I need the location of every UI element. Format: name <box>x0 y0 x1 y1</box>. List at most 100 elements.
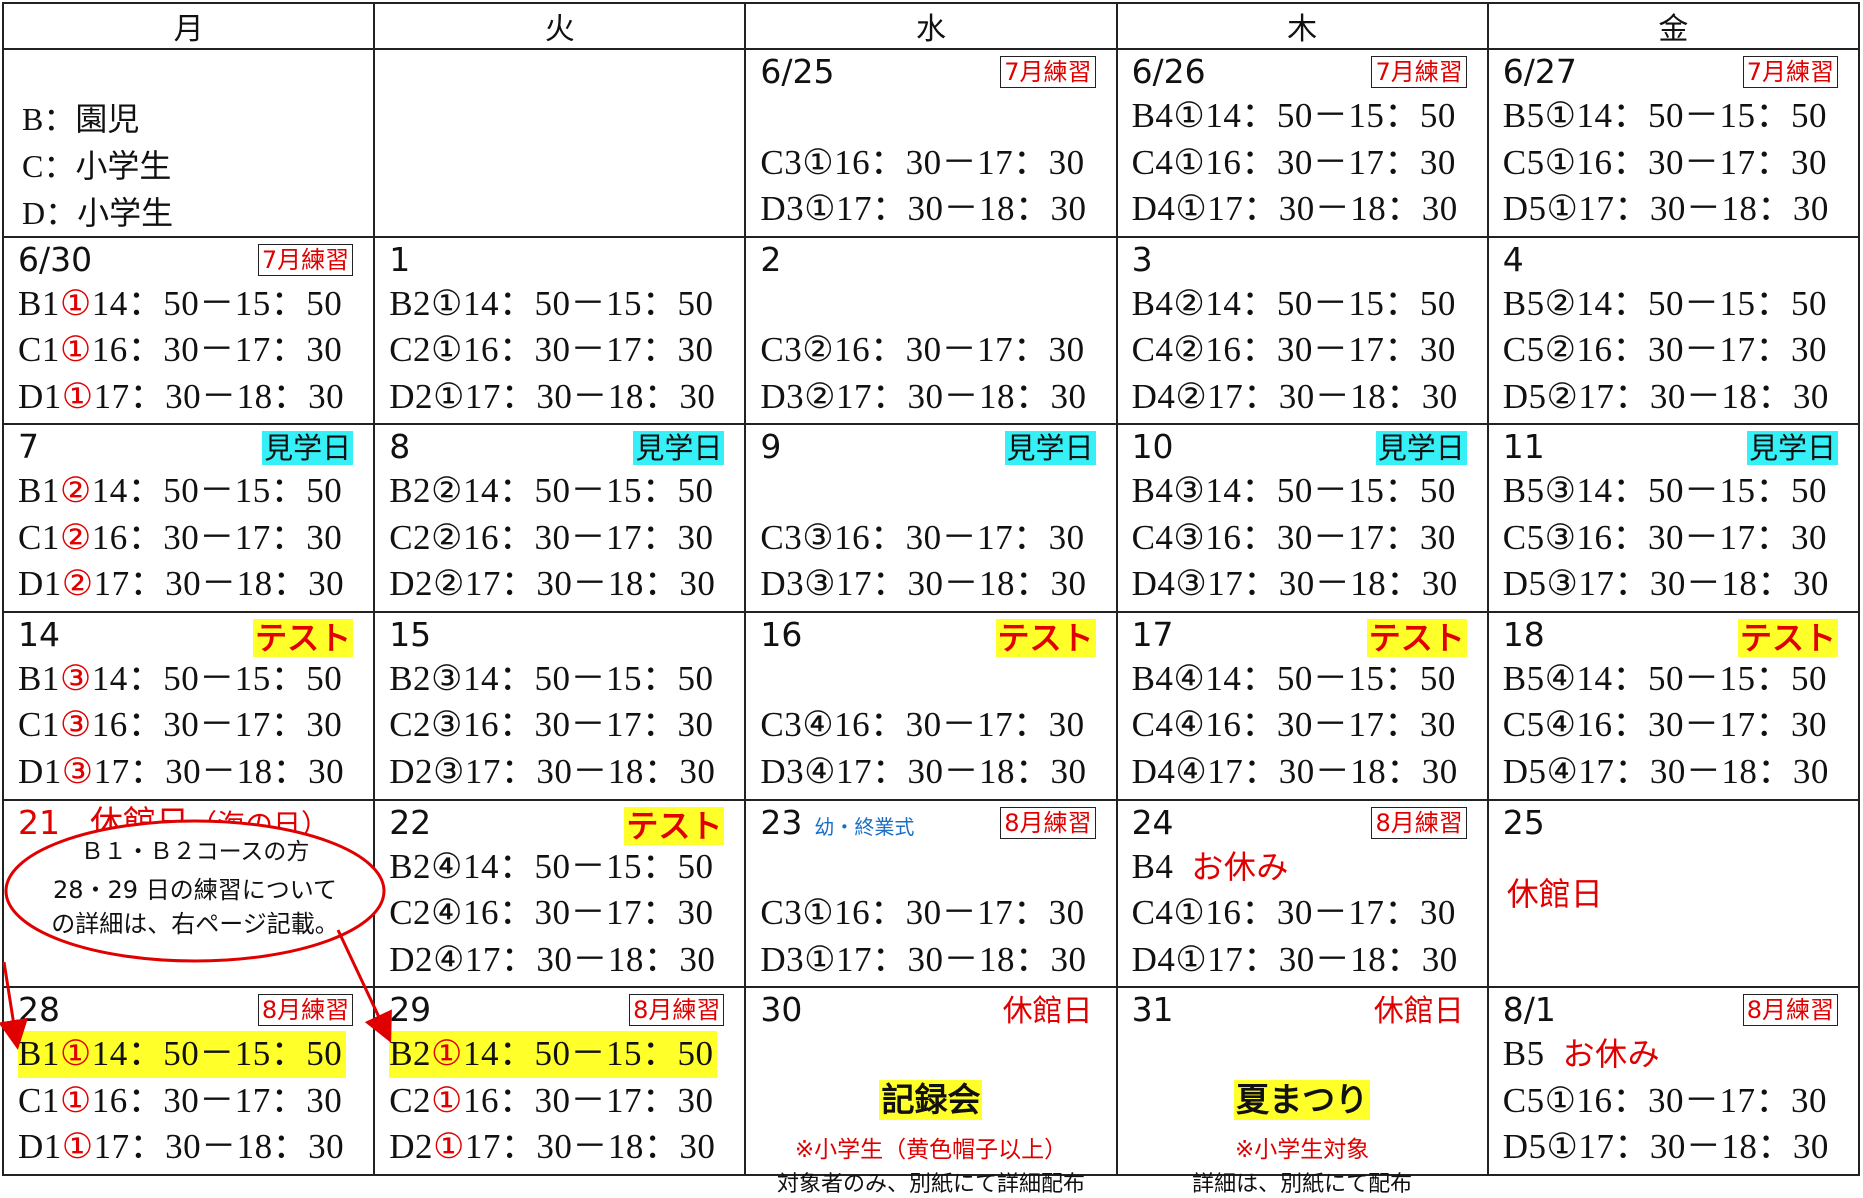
session-number: ① <box>1175 939 1208 979</box>
schedule-lines: C3①16：30－17：30 D3①17：30－18：30 <box>760 93 1086 233</box>
schedule-line: D3③17：30－18：30 <box>760 561 1086 608</box>
day-tag: 見学日 <box>1375 431 1467 466</box>
schedule-line: B5 お休み <box>1503 1031 1829 1078</box>
session-time: 17：30－18：30 <box>1207 939 1458 979</box>
schedule-line: D1②17：30－18：30 <box>18 561 344 608</box>
session-number: ② <box>802 330 835 370</box>
day-number: 8/1 <box>1502 990 1556 1030</box>
course-code: B2 <box>389 1034 432 1074</box>
session-number: ③ <box>59 705 92 745</box>
schedule-lines: B2④14：50－15：50 C2④16：30－17：30 D2④17：30－18：… <box>389 844 715 984</box>
session-number: ① <box>431 1034 463 1074</box>
day-cell: 24 8月練習 B4 お休み C4①16：30－17：30 D4①17：30－18：30 <box>1115 798 1489 989</box>
session-number: ③ <box>1544 517 1577 557</box>
schedule-line: B1①14：50－15：50 <box>18 281 344 328</box>
course-code: D3 <box>760 751 805 791</box>
event-title: 夏まつり <box>1234 1080 1371 1121</box>
schedule-lines: B2②14：50－15：50 C2②16：30－17：30 D2②17：30－18：… <box>389 468 715 608</box>
schedule-line: D5②17：30－18：30 <box>1503 374 1829 421</box>
day-number: 14 <box>18 614 60 654</box>
schedule-line: B4③14：50－15：50 <box>1132 468 1458 515</box>
schedule-line: D2②17：30－18：30 <box>389 561 715 608</box>
course-code: D2 <box>389 939 433 979</box>
day-number: 17 <box>1131 614 1174 654</box>
schedule-line: B4②14：50－15：50 <box>1132 281 1458 328</box>
session-time: 17：30－18：30 <box>836 939 1087 979</box>
day-cell: 8 見学日 B2②14：50－15：50 C2②16：30－17：30 D2②17：30… <box>373 423 747 613</box>
session-time: 17：30－18：30 <box>464 564 716 604</box>
day-cell: 8/1 8月練習 B5 お休み C5①16：30－17：30 D5①17：30－18：30 <box>1486 986 1861 1176</box>
session-number: ④ <box>804 751 837 791</box>
session-number: ① <box>59 283 92 323</box>
session-number: ① <box>61 1127 94 1167</box>
session-time: 14：50－15：50 <box>91 1034 343 1074</box>
session-number: ① <box>432 1127 465 1167</box>
session-number: ② <box>804 376 837 416</box>
session-number: ① <box>1546 189 1579 228</box>
day-tag: 8月練習 <box>629 994 725 1027</box>
session-time: 16：30－17：30 <box>834 893 1085 933</box>
schedule-line: B4 お休み <box>1132 844 1458 891</box>
day-number: 4 <box>1502 239 1524 279</box>
schedule-line: D2①17：30－18：30 <box>389 374 715 421</box>
course-code: D3 <box>760 376 805 416</box>
schedule-lines: B1③14：50－15：50 C1③16：30－17：30 D1③17：30－18：… <box>18 656 344 796</box>
session-number: ① <box>1544 142 1577 182</box>
session-number: ③ <box>59 658 92 698</box>
session-time: 14：50－15：50 <box>1205 283 1456 323</box>
session-number: ① <box>431 330 463 370</box>
session-time: 16：30－17：30 <box>462 893 714 933</box>
course-code: B1 <box>18 471 60 511</box>
schedule-line: B5④14：50－15：50 <box>1503 656 1829 703</box>
session-time: 16：30－17：30 <box>834 142 1085 182</box>
day-cell: 25 休館日 <box>1486 798 1861 989</box>
course-code: B2 <box>389 658 432 698</box>
course-code: D1 <box>18 751 62 791</box>
schedule-lines: B5②14：50－15：50 C5②16：30－17：30 D5②17：30－18：… <box>1503 281 1829 421</box>
day-cell: B：園児 C：小学生 D：小学生 <box>1 48 376 238</box>
course-code: C4 <box>1131 142 1174 182</box>
course-code: B4 <box>1131 283 1174 323</box>
day-tag: テスト <box>995 618 1096 657</box>
schedule-line: B1②14：50－15：50 <box>18 468 344 515</box>
session-time: 17：30－18：30 <box>1578 189 1829 228</box>
weekday-header-row: 月 火 水 木 金 <box>1 2 1861 50</box>
session-number: ④ <box>431 893 463 933</box>
schedule-line: C5①16：30－17：30 <box>1503 1078 1829 1125</box>
session-number: ④ <box>1544 705 1577 745</box>
session-time: 14：50－15：50 <box>1205 471 1456 511</box>
day-cell: 9 見学日 C3③16：30－17：30 D3③17：30－18：30 <box>744 423 1118 613</box>
session-number: ④ <box>1546 751 1579 791</box>
schedule-line: D5①17：30－18：30 <box>1503 186 1829 233</box>
session-time: 17：30－18：30 <box>93 751 345 791</box>
day-tag: 8月練習 <box>1742 994 1838 1027</box>
session-number: ② <box>1173 283 1206 323</box>
day-cell: 6/27 7月練習 B5①14：50－15：50 C5①16：30－17：30 D5①1… <box>1486 48 1861 238</box>
session-time: 14：50－15：50 <box>1576 471 1828 511</box>
course-code: C4 <box>1131 893 1174 933</box>
course-code: B4 <box>1131 96 1174 135</box>
schedule-lines: C3④16：30－17：30 D3④17：30－18：30 <box>760 656 1086 796</box>
session-time: 14：50－15：50 <box>1576 96 1828 135</box>
day-cell: 6/30 7月練習 B1①14：50－15：50 C1①16：30－17：30 D1①1… <box>1 235 376 426</box>
course-code: D4 <box>1131 751 1176 791</box>
day-number: 10 <box>1131 427 1174 467</box>
day-number: 28 <box>18 990 60 1030</box>
schedule-line: B5①14：50－15：50 <box>1503 93 1829 140</box>
session-time: 17：30－18：30 <box>1207 564 1458 604</box>
session-number: ① <box>1173 96 1206 135</box>
course-code: D4 <box>1131 939 1176 979</box>
schedule-line: B1③14：50－15：50 <box>18 656 344 703</box>
week-row: 14 テスト B1③14：50－15：50 C1③16：30－17：30 D1③17：3… <box>1 610 1861 801</box>
day-number: 6/26 <box>1131 52 1206 91</box>
rest-label: お休み <box>1562 1035 1661 1074</box>
session-number: ② <box>431 517 463 557</box>
day-cell: 17 テスト B4④14：50－15：50 C4④16：30－17：30 D4④17：3… <box>1115 610 1489 801</box>
session-number: ② <box>432 564 465 604</box>
session-number: ② <box>1544 330 1577 370</box>
day-number: 9 <box>760 427 782 467</box>
day-number: 30 <box>760 990 803 1030</box>
day-cell: 14 テスト B1③14：50－15：50 C1③16：30－17：30 D1③17：3… <box>1 610 376 801</box>
schedule-line: C1②16：30－17：30 <box>18 515 344 562</box>
course-code: D2 <box>389 751 433 791</box>
